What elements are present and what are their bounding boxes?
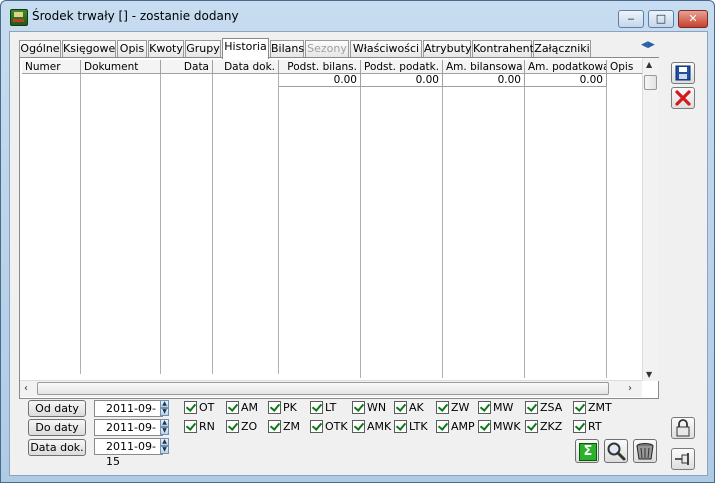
- data-dok-button[interactable]: Data dok.: [28, 439, 86, 456]
- tab-sezony: Sezony: [305, 40, 349, 57]
- col-header-am-bilansowa[interactable]: Am. bilansowa: [443, 60, 525, 74]
- clear-filter-button[interactable]: [633, 439, 657, 463]
- search-icon: [607, 442, 626, 461]
- do-daty-input[interactable]: 2011-09-15: [94, 419, 163, 449]
- sum-cell-podst-podatk: 0.00: [361, 74, 443, 87]
- close-icon: ✕: [688, 12, 698, 25]
- save-icon: [675, 65, 691, 81]
- tab-scroll-right-icon[interactable]: ▶: [648, 40, 655, 50]
- od-daty-input[interactable]: 2011-09-15: [94, 400, 163, 430]
- title-bar: Środek trwały [] - zostanie dodany ‒ □ ✕: [1, 1, 714, 31]
- pin-button[interactable]: [671, 448, 695, 470]
- tab-wlasciwosci[interactable]: Właściwości: [350, 40, 422, 57]
- main-window: Środek trwały [] - zostanie dodany ‒ □ ✕…: [0, 0, 715, 483]
- column-data-dok: [213, 74, 279, 374]
- col-header-podst-podatk[interactable]: Podst. podatk.: [361, 60, 443, 74]
- pin-icon: [675, 453, 689, 465]
- do-daty-button[interactable]: Do daty: [28, 419, 86, 436]
- od-daty-button[interactable]: Od daty: [28, 400, 86, 417]
- lock-button[interactable]: [671, 417, 695, 439]
- app-icon: [10, 9, 28, 26]
- column-am-podatkowa: [525, 87, 607, 378]
- data-dok-spinner[interactable]: ▲ ▼: [160, 438, 169, 455]
- tab-ogolne[interactable]: Ogólne: [19, 40, 61, 57]
- sum-button[interactable]: Σ: [575, 439, 599, 463]
- column-podst-bilans: [279, 87, 361, 378]
- sum-cell-podst-bilans: 0.00: [279, 74, 361, 87]
- col-header-podst-bilans[interactable]: Podst. bilans.: [279, 60, 361, 74]
- vertical-scroll-thumb[interactable]: [644, 75, 657, 90]
- history-panel: Numer Dokument Data Data dok. Podst. bil…: [19, 57, 659, 399]
- col-header-opis[interactable]: Opis: [607, 60, 642, 74]
- od-daty-spinner[interactable]: ▲ ▼: [160, 400, 169, 417]
- save-button[interactable]: [671, 62, 695, 84]
- tab-historia[interactable]: Historia: [222, 38, 269, 59]
- sum-icon: Σ: [579, 443, 597, 461]
- tab-ksiegowe[interactable]: Księgowe: [62, 40, 116, 57]
- tab-grupy[interactable]: Grupy: [185, 40, 221, 57]
- scroll-up-icon[interactable]: ▲: [646, 60, 652, 69]
- vertical-scrollbar[interactable]: ▲ ▼: [642, 58, 659, 381]
- maximize-button[interactable]: □: [648, 10, 674, 28]
- trash-icon: [636, 443, 654, 460]
- horizontal-scrollbar[interactable]: ‹ ›: [20, 380, 642, 397]
- tab-kontrahent[interactable]: Kontrahent: [472, 40, 534, 57]
- column-data: [161, 74, 213, 374]
- scroll-left-icon[interactable]: ‹: [24, 383, 28, 394]
- column-dokument: [81, 74, 161, 374]
- col-header-data-dok[interactable]: Data dok.: [213, 60, 279, 74]
- sum-cell-am-bilansowa: 0.00: [443, 74, 525, 87]
- column-podst-podatk: [361, 87, 443, 378]
- history-table[interactable]: Numer Dokument Data Data dok. Podst. bil…: [22, 60, 642, 378]
- maximize-icon: □: [655, 12, 667, 25]
- window-title: Środek trwały [] - zostanie dodany: [32, 9, 239, 23]
- tab-scroll-arrows[interactable]: ◀▶: [641, 40, 663, 52]
- tab-opis[interactable]: Opis: [117, 40, 147, 57]
- minimize-button[interactable]: ‒: [618, 10, 644, 28]
- cancel-button[interactable]: [671, 87, 695, 109]
- column-am-bilansowa: [443, 87, 525, 378]
- scroll-down-icon[interactable]: ▼: [646, 370, 652, 379]
- scroll-right-icon[interactable]: ›: [628, 383, 632, 394]
- tab-bilans[interactable]: Bilans: [270, 40, 304, 57]
- tab-scroll-left-icon[interactable]: ◀: [641, 40, 648, 50]
- col-header-am-podatkowa[interactable]: Am. podatkowa: [525, 60, 607, 74]
- column-numer: [22, 74, 81, 374]
- close-button[interactable]: ✕: [678, 10, 708, 28]
- col-header-numer[interactable]: Numer: [22, 60, 81, 74]
- horizontal-scroll-thumb[interactable]: [37, 382, 609, 395]
- cancel-icon: [675, 90, 691, 106]
- col-header-dokument[interactable]: Dokument: [81, 60, 161, 74]
- tab-kwoty[interactable]: Kwoty: [148, 40, 184, 57]
- tab-zalaczniki[interactable]: Załączniki: [533, 40, 591, 57]
- data-dok-input[interactable]: 2011-09-15: [94, 438, 163, 468]
- window-client-area: Ogólne Księgowe Opis Kwoty Grupy Histori…: [9, 31, 708, 476]
- lock-icon: [676, 419, 690, 437]
- col-header-data[interactable]: Data: [161, 60, 213, 74]
- search-button[interactable]: [604, 439, 628, 463]
- tab-atrybuty[interactable]: Atrybuty: [423, 40, 471, 57]
- minimize-icon: ‒: [627, 12, 635, 25]
- sum-cell-am-podatkowa: 0.00: [525, 74, 607, 87]
- do-daty-spinner[interactable]: ▲ ▼: [160, 419, 169, 436]
